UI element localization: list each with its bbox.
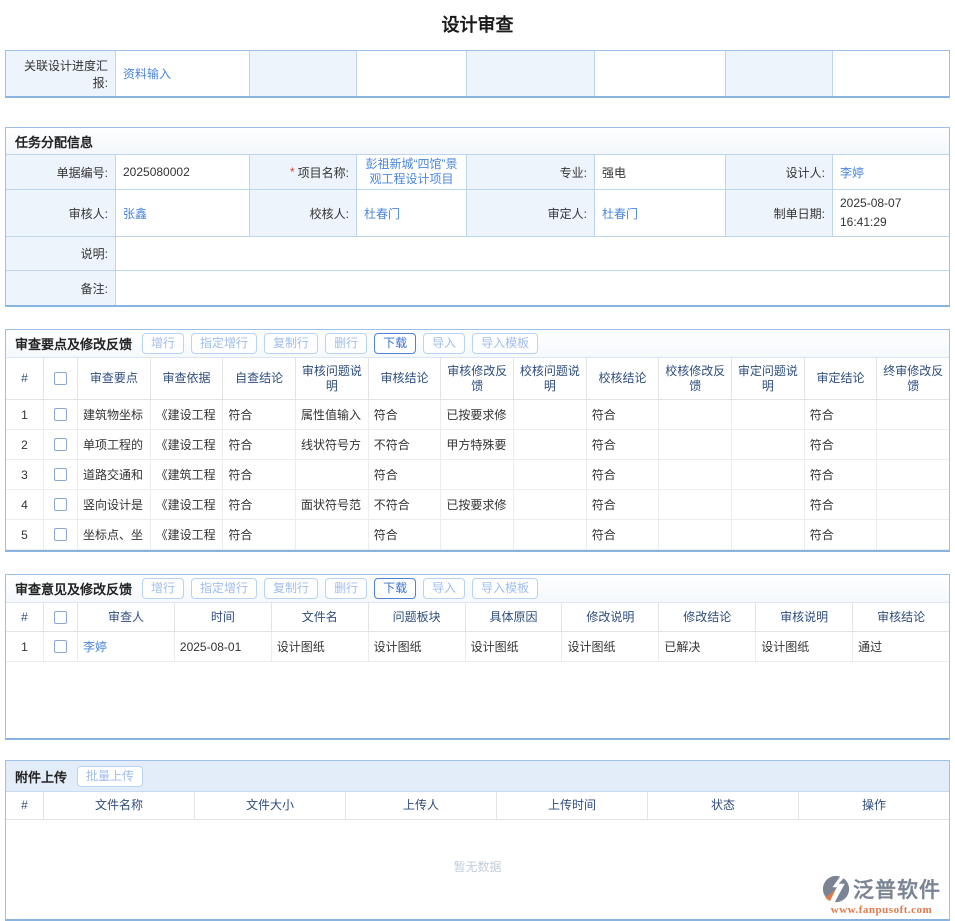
reviewer-value: 张鑫 (116, 190, 250, 237)
empty-cell (833, 51, 949, 96)
import-template-button[interactable]: 导入模板 (472, 578, 538, 599)
row-checkbox[interactable] (54, 640, 67, 653)
review-points-header-row: # 审查要点 审查依据 自查结论 审核问题说明 审核结论 审核修改反馈 校核问题… (6, 358, 949, 400)
review-opinions-header-row: # 审查人 时间 文件名 问题板块 具体原因 修改说明 修改结论 审核说明 审核… (6, 603, 949, 632)
description-label: 说明: (6, 237, 116, 271)
designer-value: 李婷 (833, 155, 949, 190)
select-all-checkbox[interactable] (54, 372, 67, 385)
related-report-label: 关联设计进度汇报: (6, 51, 116, 96)
empty-cell (357, 51, 467, 96)
remark-label: 备注: (6, 271, 116, 305)
doc-no-label: 单据编号: (6, 155, 116, 190)
add-row-button[interactable]: 增行 (142, 578, 184, 599)
empty-cell (250, 51, 357, 96)
delete-row-button[interactable]: 删行 (325, 578, 367, 599)
review-opinions-toolbar: 审查意见及修改反馈 增行 指定增行 复制行 删行 下载 导入 导入模板 (6, 575, 949, 603)
proofreader-label: 校核人: (250, 190, 357, 237)
table-row: 4 竖向设计是 《建设工程 符合 面状符号范 不符合 已按要求修 符合 符合 (6, 490, 949, 520)
designer-label: 设计人: (726, 155, 833, 190)
empty-table-space (6, 662, 949, 738)
delete-row-button[interactable]: 删行 (325, 333, 367, 354)
review-points-section: 审查要点及修改反馈 增行 指定增行 复制行 删行 下载 导入 导入模板 # 审查… (5, 329, 950, 552)
proofreader-value: 杜春门 (357, 190, 467, 237)
task-info-title: 任务分配信息 (6, 128, 949, 155)
related-report-value: 资料输入 (116, 51, 250, 96)
import-button[interactable]: 导入 (423, 578, 465, 599)
row-checkbox[interactable] (54, 528, 67, 541)
approver-link[interactable]: 杜春门 (602, 205, 638, 222)
specialty-label: 专业: (467, 155, 595, 190)
vendor-logo: 泛普软件 www.fanpusoft.com (822, 874, 941, 916)
attachments-empty-body: 暂无数据 泛普软件 www.fanpusoft.com (6, 820, 949, 919)
select-all-checkbox[interactable] (54, 611, 67, 624)
proofreader-link[interactable]: 杜春门 (364, 205, 400, 222)
attachments-toolbar: 附件上传 批量上传 (6, 761, 949, 792)
create-date-label: 制单日期: (726, 190, 833, 237)
add-row-button[interactable]: 增行 (142, 333, 184, 354)
add-row-at-button[interactable]: 指定增行 (191, 578, 257, 599)
doc-no-value: 2025080002 (116, 155, 250, 190)
specialty-value: 强电 (595, 155, 726, 190)
remark-value (116, 271, 949, 305)
add-row-at-button[interactable]: 指定增行 (191, 333, 257, 354)
download-button[interactable]: 下载 (374, 333, 416, 354)
empty-cell (595, 51, 726, 96)
create-date-value: 2025-08-07 16:41:29 (833, 190, 949, 237)
batch-upload-button[interactable]: 批量上传 (77, 766, 143, 787)
reviewer-link[interactable]: 张鑫 (123, 205, 147, 222)
import-button[interactable]: 导入 (423, 333, 465, 354)
row-checkbox[interactable] (54, 438, 67, 451)
row-checkbox[interactable] (54, 468, 67, 481)
project-name-link[interactable]: 彭祖新城“四馆”景观工程设计项目 (364, 157, 459, 187)
approver-value: 杜春门 (595, 190, 726, 237)
attachments-section: 附件上传 批量上传 # 文件名称 文件大小 上传人 上传时间 状态 操作 暂无数… (5, 760, 950, 921)
related-report-box: 关联设计进度汇报: 资料输入 (5, 50, 950, 98)
copy-row-button[interactable]: 复制行 (264, 578, 318, 599)
reviewer-person-link[interactable]: 李婷 (83, 638, 107, 655)
empty-cell (726, 51, 833, 96)
table-row: 1 建筑物坐标 《建设工程 符合 属性值输入 符合 已按要求修 符合 符合 (6, 400, 949, 430)
vendor-url: www.fanpusoft.com (822, 904, 941, 916)
task-info-section: 任务分配信息 单据编号: 2025080002 * 项目名称: 彭祖新城“四馆”… (5, 127, 950, 307)
reviewer-label: 审核人: (6, 190, 116, 237)
download-button[interactable]: 下载 (374, 578, 416, 599)
copy-row-button[interactable]: 复制行 (264, 333, 318, 354)
required-asterisk: * (290, 165, 295, 179)
empty-cell (467, 51, 595, 96)
review-points-toolbar: 审查要点及修改反馈 增行 指定增行 复制行 删行 下载 导入 导入模板 (6, 330, 949, 358)
project-name-label: * 项目名称: (250, 155, 357, 190)
approver-label: 审定人: (467, 190, 595, 237)
table-row: 3 道路交通和 《建筑工程 符合 符合 符合 符合 (6, 460, 949, 490)
data-entry-link[interactable]: 资料输入 (123, 65, 171, 82)
table-row: 5 坐标点、坐 《建设工程 符合 符合 符合 符合 (6, 520, 949, 550)
attachments-title: 附件上传 (15, 767, 67, 786)
import-template-button[interactable]: 导入模板 (472, 333, 538, 354)
vendor-name: 泛普软件 (853, 874, 941, 904)
description-value (116, 237, 949, 271)
attachments-header-row: # 文件名称 文件大小 上传人 上传时间 状态 操作 (6, 792, 949, 820)
no-data-text: 暂无数据 (6, 858, 949, 875)
review-opinions-section: 审查意见及修改反馈 增行 指定增行 复制行 删行 下载 导入 导入模板 # 审查… (5, 574, 950, 740)
table-row: 1 李婷 2025-08-01 设计图纸 设计图纸 设计图纸 设计图纸 已解决 … (6, 632, 949, 662)
designer-link[interactable]: 李婷 (840, 164, 864, 181)
project-name-value: 彭祖新城“四馆”景观工程设计项目 (357, 155, 467, 190)
review-opinions-title: 审查意见及修改反馈 (15, 579, 132, 598)
review-points-title: 审查要点及修改反馈 (15, 334, 132, 353)
table-row: 2 单项工程的 《建设工程 符合 线状符号方 不符合 甲方特殊要 符合 符合 (6, 430, 949, 460)
page-title: 设计审查 (0, 0, 955, 50)
row-checkbox[interactable] (54, 498, 67, 511)
fanpu-logo-icon (822, 875, 850, 903)
row-checkbox[interactable] (54, 408, 67, 421)
